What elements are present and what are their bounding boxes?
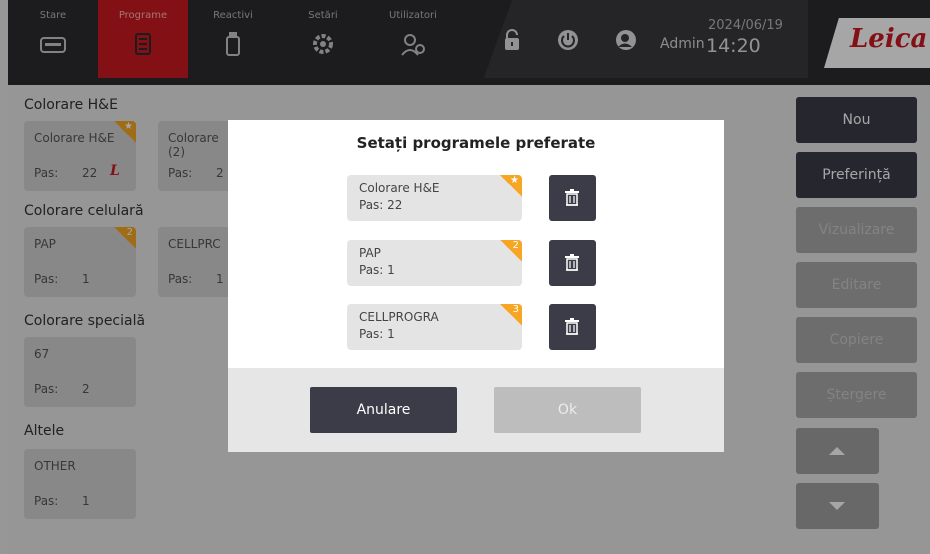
favorite-badge-label: ★ <box>510 175 519 186</box>
remove-favorite-button[interactable] <box>549 304 596 350</box>
favorite-item[interactable]: CELLPROGRA Pas: 1 3 <box>347 304 522 350</box>
favorite-steps: Pas: 22 <box>359 198 403 212</box>
trash-icon <box>565 189 579 206</box>
favorite-name: PAP <box>359 246 381 260</box>
favorite-programs-dialog: Setați programele preferate Colorare H&E… <box>228 120 724 452</box>
favorite-badge: ★ <box>500 175 522 197</box>
trash-icon <box>565 254 579 271</box>
favorite-name: Colorare H&E <box>359 181 440 195</box>
dialog-title: Setați programele preferate <box>356 134 596 152</box>
favorite-item[interactable]: Colorare H&E Pas: 22 ★ <box>347 175 522 221</box>
favorite-steps: Pas: 1 <box>359 263 395 277</box>
favorite-steps: Pas: 1 <box>359 327 395 341</box>
remove-favorite-button[interactable] <box>549 240 596 286</box>
favorite-name: CELLPROGRA <box>359 310 439 324</box>
trash-icon <box>565 318 579 335</box>
cancel-button[interactable]: Anulare <box>310 387 457 433</box>
ok-button[interactable]: Ok <box>494 387 641 433</box>
remove-favorite-button[interactable] <box>549 175 596 221</box>
favorite-badge-label: 3 <box>512 304 519 315</box>
favorite-badge-label: 2 <box>512 240 519 251</box>
favorite-badge: 2 <box>500 240 522 262</box>
dialog-footer: Anulare Ok <box>228 368 724 452</box>
favorite-item[interactable]: PAP Pas: 1 2 <box>347 240 522 286</box>
favorite-badge: 3 <box>500 304 522 326</box>
